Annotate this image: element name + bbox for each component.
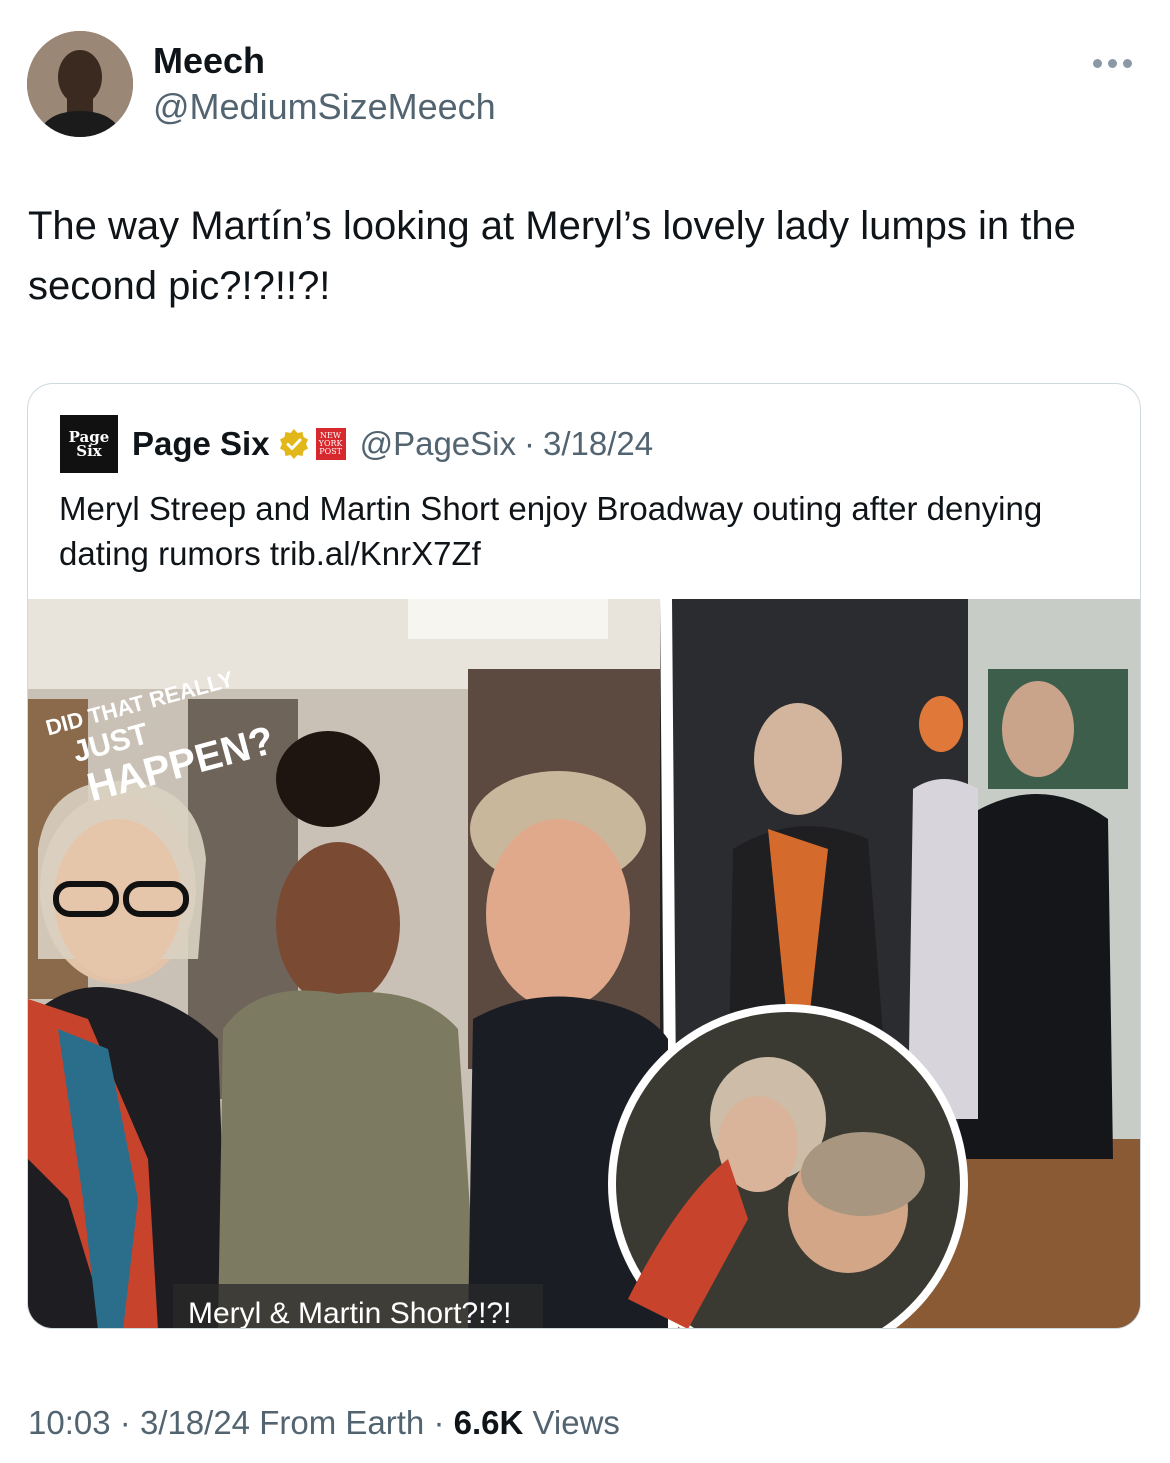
- author-name[interactable]: Meech: [153, 38, 265, 84]
- quoted-tweet-date[interactable]: 3/18/24: [543, 425, 653, 463]
- more-dot: [1108, 58, 1117, 68]
- caption-text: Meryl & Martin Short?!?!: [188, 1297, 511, 1329]
- tweet-text: The way Martín’s looking at Meryl’s love…: [28, 204, 1076, 308]
- verified-icon: [279, 429, 308, 459]
- avatar-image: [27, 31, 133, 137]
- quoted-author-name[interactable]: Page Six: [132, 425, 270, 463]
- quoted-author-handle[interactable]: @PageSix: [360, 425, 516, 463]
- tweet-date[interactable]: 3/18/24: [140, 1404, 250, 1441]
- separator-dot: ·: [119, 1404, 131, 1441]
- badge-text: POST: [319, 447, 342, 456]
- author-avatar[interactable]: [27, 31, 133, 137]
- tweet-meta: 10:03 · 3/18/24 From Earth · 6.6K Views: [28, 1396, 620, 1450]
- media-image: DID THAT REALLY JUST HAPPEN? Meryl & Mar…: [28, 599, 1140, 1329]
- views-count: 6.6K: [453, 1404, 524, 1441]
- author-handle[interactable]: @MediumSizeMeech: [153, 84, 496, 130]
- tweet-source: From Earth: [259, 1404, 425, 1441]
- separator-dot: ·: [524, 425, 535, 462]
- views-label: Views: [532, 1404, 620, 1441]
- more-dot: [1093, 58, 1102, 68]
- quoted-tweet-text: Meryl Streep and Martin Short enjoy Broa…: [59, 490, 1043, 572]
- more-icon[interactable]: [1093, 53, 1139, 73]
- quoted-tweet-media[interactable]: DID THAT REALLY JUST HAPPEN? Meryl & Mar…: [28, 599, 1140, 1329]
- tweet-time[interactable]: 10:03: [28, 1404, 111, 1441]
- quoted-tweet-header: Page Six Page Six NEW YORK POST @PageSix…: [60, 413, 653, 475]
- quoted-tweet[interactable]: Page Six Page Six NEW YORK POST @PageSix…: [27, 383, 1141, 1329]
- separator-dot: ·: [433, 1404, 445, 1441]
- more-dot: [1123, 58, 1132, 68]
- affiliate-badge[interactable]: NEW YORK POST: [315, 428, 346, 460]
- logo-text-bottom: Six: [76, 442, 102, 460]
- pagesix-avatar[interactable]: Page Six: [60, 415, 118, 473]
